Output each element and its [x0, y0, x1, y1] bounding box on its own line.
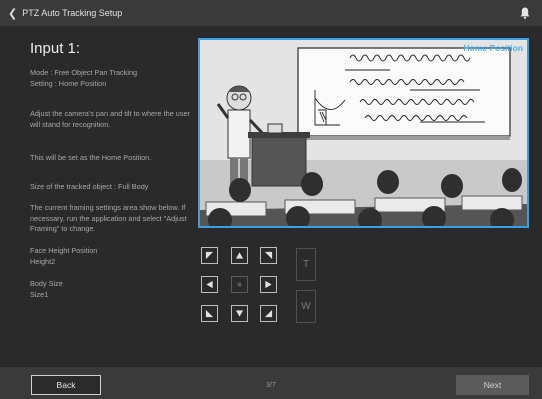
mode-text: Mode : Free Object Pan Tracking Setting …	[30, 68, 192, 89]
face-height-info: Face Height Position Height2	[30, 246, 192, 267]
home-position-label: Home Position	[463, 43, 523, 53]
page-title: PTZ Auto Tracking Setup	[22, 8, 123, 18]
camera-preview: Home Position	[198, 38, 529, 228]
pan-tilt-home-button[interactable]	[231, 276, 248, 293]
pan-tilt-up-right-button[interactable]	[260, 247, 277, 264]
mode-line: Mode : Free Object Pan Tracking	[30, 68, 138, 77]
framing-note: The current framing settings area show b…	[30, 203, 187, 233]
body-size-label: Body Size	[30, 279, 63, 288]
arrow-left-icon	[206, 280, 213, 289]
pan-tilt-down-right-button[interactable]	[260, 305, 277, 322]
object-size-text: Size of the tracked object : Full Body	[30, 182, 149, 191]
pan-left-button[interactable]	[201, 276, 218, 293]
setting-line: Setting : Home Position	[30, 78, 107, 88]
face-height-label: Face Height Position	[30, 246, 98, 255]
tilt-up-button[interactable]	[231, 247, 248, 264]
arrow-down-right-icon	[264, 309, 273, 318]
body-size-value: Size1	[30, 289, 49, 299]
body-size-info: Body Size Size1	[30, 279, 192, 300]
pan-tilt-up-left-button[interactable]	[201, 247, 218, 264]
arrow-right-icon	[265, 280, 272, 289]
home-position-note: This will be set as the Home Position.	[30, 153, 152, 162]
arrow-down-left-icon	[205, 309, 214, 318]
zoom-tele-button[interactable]: T	[296, 248, 316, 281]
title-bar: ❮ PTZ Auto Tracking Setup	[0, 0, 542, 26]
pan-tilt-down-left-button[interactable]	[201, 305, 218, 322]
arrow-down-icon	[235, 310, 244, 317]
footer-bar: Back 3/7 Next	[0, 367, 542, 399]
face-height-value: Height2	[30, 256, 56, 266]
instruction-text: Adjust the camera's pan and tilt to wher…	[30, 109, 190, 129]
arrow-up-right-icon	[264, 251, 273, 260]
stop-icon	[237, 282, 242, 287]
arrow-up-left-icon	[205, 251, 214, 260]
classroom-illustration	[200, 40, 527, 226]
zoom-wide-button[interactable]: W	[296, 290, 316, 323]
pan-right-button[interactable]	[260, 276, 277, 293]
input-title: Input 1:	[30, 40, 81, 57]
tilt-down-button[interactable]	[231, 305, 248, 322]
arrow-up-icon	[235, 252, 244, 259]
next-button[interactable]: Next	[456, 375, 529, 395]
bell-icon[interactable]	[520, 7, 530, 19]
chevron-left-icon[interactable]: ❮	[8, 7, 17, 20]
